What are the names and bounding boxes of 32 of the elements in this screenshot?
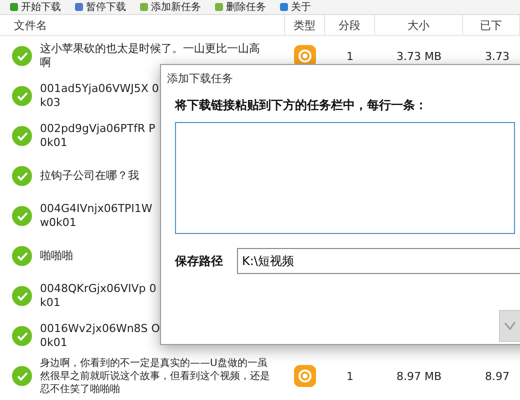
toolbar-button[interactable]: 添加新任务 (136, 0, 205, 14)
column-header[interactable]: 类型 (285, 15, 325, 36)
file-size: 3.73 MB (396, 50, 442, 62)
file-size: 8.97 MB (396, 370, 442, 382)
column-header[interactable]: 已下 (463, 15, 520, 36)
file-name: 001ad5Yja06VWJ5X 0k03 (40, 82, 160, 110)
prompt-text: 将下载链接粘贴到下方的任务栏中，每行一条： (175, 97, 428, 114)
toolbar-button[interactable]: 暂停下载 (71, 0, 130, 14)
file-name: 这小苹果砍的也太是时候了。一山更比一山高啊 (40, 42, 261, 70)
file-name: 身边啊，你看到的不一定是真实的——U盘做的一虽然很早之前就听说这个故事，但看到这个视频，还是忍不住笑了啪啪啪 (40, 356, 270, 396)
file-name: 0048QKrGjx06VIVp 0k01 (40, 282, 158, 310)
path-label: 保存路径 (175, 252, 223, 270)
column-header[interactable]: 分段 (325, 15, 375, 36)
file-name: 0016Wv2jx06Wn8S O0k01 (40, 322, 160, 350)
downloaded-size: 8.97 (485, 370, 510, 382)
video-file-icon (294, 365, 316, 387)
file-name: 002pd9gVja06PTfR P0k01 (40, 122, 156, 150)
check-icon (504, 321, 516, 331)
links-field[interactable] (175, 122, 515, 234)
toolbar-button[interactable]: 删除任务 (211, 0, 270, 14)
dialog-title: 添加下载任务 (166, 70, 234, 86)
column-header[interactable]: 文件名 (0, 15, 285, 36)
file-name: 拉钩子公司在哪？我 (40, 169, 140, 183)
segment-count: 1 (346, 50, 354, 62)
segment-count: 1 (346, 370, 354, 382)
toolbar-button[interactable]: 开始下载 (6, 0, 65, 14)
toolbar-button[interactable]: 关于 (276, 0, 315, 14)
file-name: 004G4IVnjx06TPI1W w0k01 (40, 202, 154, 230)
column-header[interactable]: 大小 (375, 15, 463, 36)
downloaded-size: 3.73 (485, 50, 510, 62)
file-name: 啪啪啪 (40, 249, 74, 263)
path-field[interactable]: K:\短视频 (237, 248, 520, 274)
